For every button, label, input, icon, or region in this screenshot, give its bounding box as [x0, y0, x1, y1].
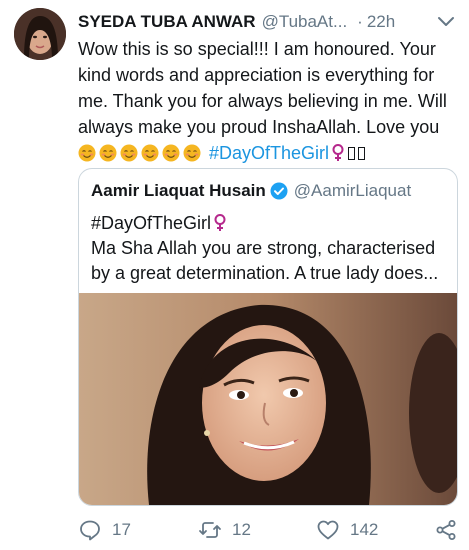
quoted-tweet-text: Ma Sha Allah you are strong, characteris…: [91, 238, 439, 283]
hashtag-link[interactable]: #DayOfTheGirl: [209, 143, 329, 163]
smiling-face-emoji: [78, 144, 96, 162]
reply-count: 17: [112, 520, 131, 539]
tweet-text: Wow this is so special!!! I am honoured.…: [78, 39, 447, 137]
quoted-tweet[interactable]: Aamir Liaquat Husain @AamirLiaquat #DayO…: [78, 168, 458, 506]
smiling-face-emoji: [183, 144, 201, 162]
smiling-face-emoji: [99, 144, 117, 162]
verified-badge-icon: [270, 182, 288, 200]
smiling-face-emoji: [120, 144, 138, 162]
author-handle[interactable]: @TubaAt...: [262, 12, 348, 32]
retweet-count: 12: [232, 520, 251, 539]
reply-icon: [80, 520, 100, 541]
share-button[interactable]: [434, 518, 458, 542]
unsupported-glyph-icon: [348, 147, 356, 160]
female-sign-icon: [213, 213, 228, 233]
like-count: 142: [350, 520, 379, 539]
tweet-time[interactable]: 22h: [367, 12, 395, 32]
quoted-hashtag[interactable]: #DayOfTheGirl: [91, 213, 211, 233]
like-button[interactable]: 142: [316, 518, 378, 542]
quoted-author-name[interactable]: Aamir Liaquat Husain: [91, 181, 266, 201]
share-icon: [436, 520, 456, 540]
quoted-tweet-body: #DayOfTheGirl Ma Sha Allah you are stron…: [91, 211, 451, 286]
smiling-face-emoji: [162, 144, 180, 162]
smiling-face-emoji: [141, 144, 159, 162]
author-name[interactable]: SYEDA TUBA ANWAR: [78, 12, 256, 32]
separator-dot: ·: [357, 12, 363, 31]
tweet-body: Wow this is so special!!! I am honoured.…: [78, 36, 463, 166]
reply-button[interactable]: 17: [78, 518, 131, 542]
female-sign-icon: [331, 143, 346, 163]
tweet-actions: 17 12 142: [78, 516, 463, 544]
chevron-down-icon[interactable]: [434, 12, 458, 32]
quoted-tweet-header: Aamir Liaquat Husain @AamirLiaquat: [91, 181, 451, 201]
retweet-button[interactable]: 12: [198, 518, 251, 542]
quoted-author-handle[interactable]: @AamirLiaquat: [294, 181, 411, 201]
unsupported-glyph-icon: [358, 147, 366, 160]
tweet-header: SYEDA TUBA ANWAR @TubaAt... · 22h: [78, 10, 458, 34]
author-avatar[interactable]: [14, 8, 66, 60]
heart-icon: [317, 520, 339, 540]
quoted-tweet-photo[interactable]: [79, 293, 457, 505]
retweet-icon: [199, 522, 221, 538]
emoji-row: [78, 143, 204, 163]
